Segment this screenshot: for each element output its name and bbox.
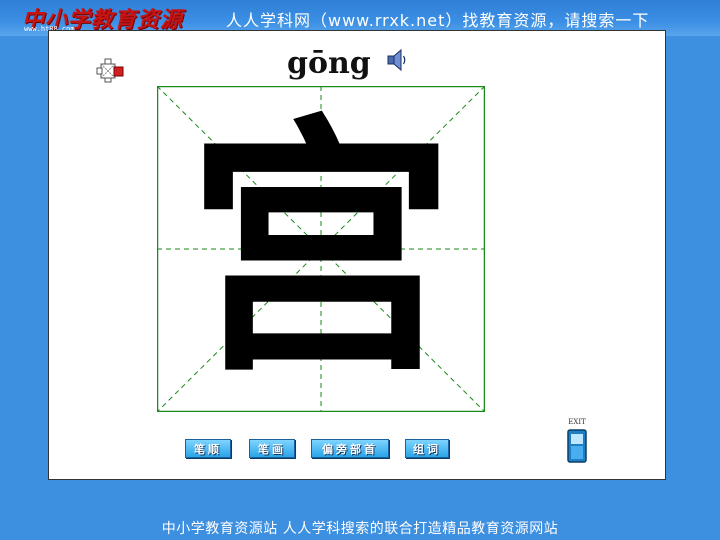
- footer-text: 中小学教育资源站 人人学科搜索的联合打造精品教育资源网站: [161, 520, 559, 537]
- character-grid: 宫: [157, 86, 485, 412]
- hanzi-character: 宫: [186, 90, 456, 408]
- exit-door-icon: [567, 429, 587, 463]
- stroke-order-button[interactable]: 笔顺: [185, 439, 231, 458]
- pinyin-label: gōng: [287, 46, 371, 81]
- speaker-icon[interactable]: [385, 47, 411, 73]
- radical-button[interactable]: 偏旁部首: [311, 439, 389, 458]
- stroke-order-icon[interactable]: [95, 56, 129, 84]
- exit-button[interactable]: EXIT: [564, 418, 590, 464]
- word-building-button[interactable]: 组词: [405, 439, 449, 458]
- strokes-button[interactable]: 笔画: [249, 439, 295, 458]
- lesson-canvas: gōng 宫 笔顺 笔画 偏旁部首 组词 EXIT: [48, 30, 666, 480]
- banner-slogan: 人人学科网（www.rrxk.net）找教育资源，请搜索一下: [226, 11, 650, 30]
